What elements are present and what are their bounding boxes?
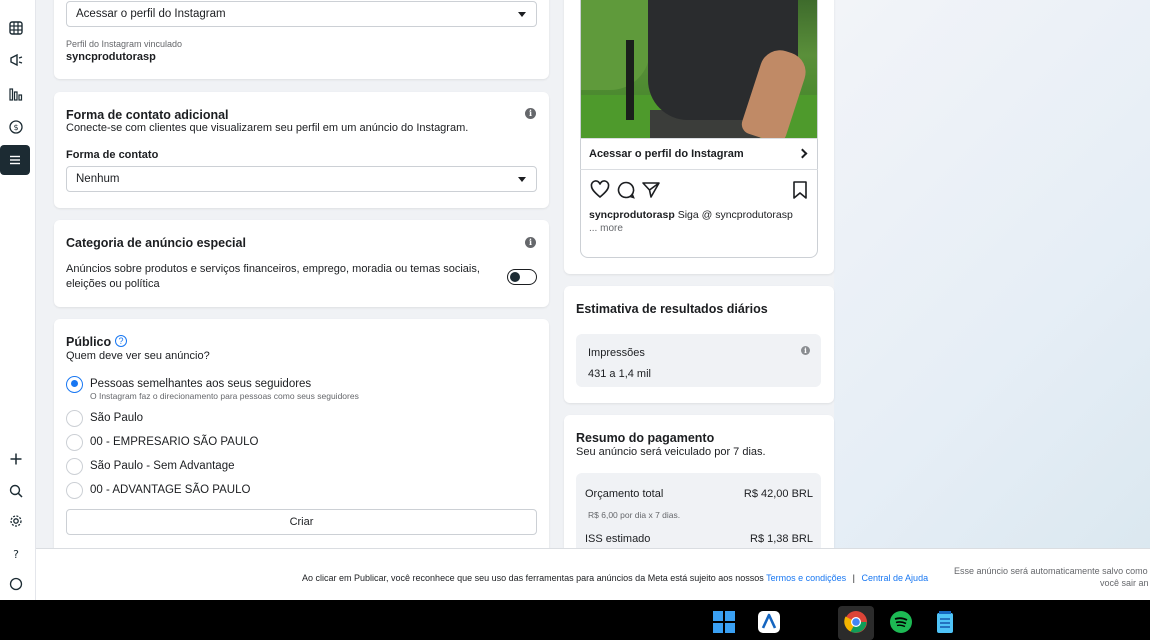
grid-icon[interactable]: [4, 16, 28, 40]
audience-option-3[interactable]: São Paulo - Sem Advantage: [66, 456, 235, 476]
radio-button[interactable]: [66, 457, 83, 475]
instagram-profile-card: Acessar o perfil do Instagram Perfil do …: [54, 0, 549, 79]
comment-icon[interactable]: [616, 180, 636, 200]
special-category-title: Categoria de anúncio especial: [66, 236, 246, 250]
special-category-toggle[interactable]: [507, 269, 537, 285]
linked-profile-label: Perfil do Instagram vinculado: [66, 39, 183, 49]
estimate-card: Estimativa de resultados diários Impress…: [564, 286, 834, 403]
special-category-description-line1: Anúncios sobre produtos e serviços finan…: [66, 263, 480, 275]
contact-select[interactable]: Nenhum: [66, 166, 537, 192]
question-icon[interactable]: ?: [115, 335, 127, 347]
autosave-note-line1: Esse anúncio será automaticamente salvo …: [954, 566, 1148, 576]
footer-disclaimer: Ao clicar em Publicar, você reconhece qu…: [302, 573, 928, 583]
special-category-card: Categoria de anúncio especial i Anúncios…: [54, 220, 549, 307]
svg-text:$: $: [13, 123, 18, 132]
impressions-label: Impressões: [588, 347, 645, 359]
cta-select[interactable]: Acessar o perfil do Instagram: [66, 1, 537, 27]
info-icon[interactable]: i: [801, 346, 810, 355]
audience-title: Público: [66, 335, 112, 349]
left-nav-rail: $ ?: [0, 0, 36, 600]
radio-button[interactable]: [66, 433, 83, 451]
menu-icon[interactable]: [0, 145, 30, 175]
footer-separator: |: [852, 573, 856, 583]
contact-field-label: Forma de contato: [66, 149, 159, 161]
contact-select-value: Nenhum: [76, 173, 120, 185]
audience-option-sub: O Instagram faz o direcionamento para pe…: [90, 391, 359, 401]
notepad-icon[interactable]: [933, 610, 957, 634]
bookmark-icon[interactable]: [790, 180, 810, 200]
impressions-metric: Impressões i 431 a 1,4 mil: [576, 334, 821, 387]
linked-profile-name: syncprodutorasp: [66, 51, 156, 63]
bar-chart-icon[interactable]: [4, 82, 28, 106]
audience-option-label: Pessoas semelhantes aos seus seguidores: [90, 378, 312, 390]
chevron-down-icon: [518, 177, 526, 182]
contact-card-title: Forma de contato adicional: [66, 108, 229, 122]
chevron-right-icon: [797, 148, 808, 159]
terms-link[interactable]: Termos e condições: [766, 573, 846, 583]
windows-start-icon[interactable]: [712, 610, 736, 634]
ig-profile-link[interactable]: Acessar o perfil do Instagram: [580, 138, 818, 170]
ad-preview-card: Acessar o perfil do Instagram syncprodut…: [564, 0, 834, 274]
spotify-icon[interactable]: [889, 610, 913, 634]
heart-icon[interactable]: [590, 180, 610, 200]
footer-disclaimer-text: Ao clicar em Publicar, você reconhece qu…: [302, 573, 764, 583]
toggle-knob: [510, 271, 520, 282]
radio-button[interactable]: [66, 375, 83, 393]
svg-text:?: ?: [13, 548, 19, 561]
info-icon[interactable]: i: [525, 237, 536, 248]
right-background: [834, 0, 1150, 548]
budget-detail: R$ 6,00 por dia x 7 dias.: [588, 510, 681, 520]
autosave-note-line2: você sair an: [1100, 578, 1149, 588]
ig-caption-user: syncprodutorasp: [589, 209, 675, 221]
estimate-title: Estimativa de resultados diários: [576, 302, 768, 316]
cta-select-value: Acessar o perfil do Instagram: [76, 8, 226, 20]
audience-subtitle: Quem deve ver seu anúncio?: [66, 350, 210, 362]
ig-caption-text: Siga @ syncprodutorasp: [677, 209, 793, 221]
ig-caption: syncprodutorasp Siga @ syncprodutorasp: [589, 209, 793, 221]
dollar-icon[interactable]: $: [4, 115, 28, 139]
audience-option-label: São Paulo: [90, 412, 144, 424]
radio-button[interactable]: [66, 481, 83, 499]
contact-form-card: Forma de contato adicional i Conecte-se …: [54, 92, 549, 208]
budget-label: Orçamento total: [585, 488, 664, 500]
impressions-value: 431 a 1,4 mil: [588, 368, 651, 380]
audience-option-4[interactable]: 00 - ADVANTAGE SÃO PAULO: [66, 480, 250, 500]
search-icon[interactable]: [4, 479, 28, 503]
audience-option-label: 00 - ADVANTAGE SÃO PAULO: [90, 484, 251, 496]
audience-option-label: 00 - EMPRESARIO SÃO PAULO: [90, 436, 259, 448]
chat-bubble-icon[interactable]: [4, 572, 28, 596]
audience-option-label: São Paulo - Sem Advantage: [90, 460, 235, 472]
audience-option-2[interactable]: 00 - EMPRESARIO SÃO PAULO: [66, 432, 259, 452]
ig-profile-link-label: Acessar o perfil do Instagram: [589, 148, 744, 160]
app-a-icon[interactable]: [757, 610, 781, 634]
ig-caption-more[interactable]: ... more: [589, 223, 623, 234]
audience-card: Público ? Quem deve ver seu anúncio? Pes…: [54, 319, 549, 554]
plus-icon[interactable]: [4, 447, 28, 471]
megaphone-icon[interactable]: [4, 48, 28, 72]
tax-value: R$ 1,38 BRL: [750, 533, 813, 545]
create-audience-button[interactable]: Criar: [66, 509, 537, 535]
help-icon[interactable]: ?: [4, 542, 28, 566]
special-category-description: Anúncios sobre produtos e serviços finan…: [66, 262, 506, 292]
payment-breakdown: Orçamento total R$ 42,00 BRL R$ 6,00 por…: [576, 473, 821, 553]
contact-card-description: Conecte-se com clientes que visualizarem…: [66, 122, 469, 134]
budget-value: R$ 42,00 BRL: [743, 488, 813, 500]
chrome-icon[interactable]: [844, 610, 868, 634]
info-icon[interactable]: i: [525, 108, 536, 119]
publish-footer: Ao clicar em Publicar, você reconhece qu…: [36, 548, 1150, 600]
special-category-description-line2: eleições ou política: [66, 278, 160, 290]
payment-summary-card: Resumo do pagamento Seu anúncio será vei…: [564, 415, 834, 553]
help-center-link[interactable]: Central de Ajuda: [862, 573, 929, 583]
tax-label: ISS estimado: [585, 533, 651, 545]
share-icon[interactable]: [641, 180, 661, 200]
os-taskbar: [0, 600, 1150, 640]
audience-option-1[interactable]: São Paulo: [66, 408, 143, 428]
chevron-down-icon: [518, 12, 526, 17]
payment-subtitle: Seu anúncio será veiculado por 7 dias.: [576, 446, 766, 458]
gear-icon[interactable]: [4, 509, 28, 533]
radio-button[interactable]: [66, 409, 83, 427]
payment-title: Resumo do pagamento: [576, 431, 715, 445]
